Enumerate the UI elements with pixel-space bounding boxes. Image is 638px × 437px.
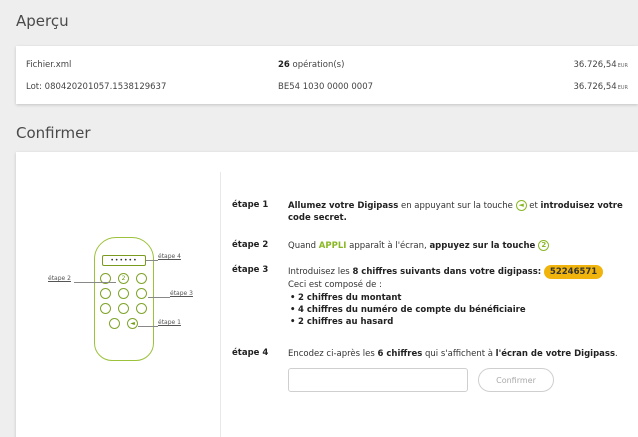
annotation-line (74, 282, 116, 283)
annotation-etape4: étape 4 (158, 253, 181, 260)
lot-id: Lot: 080420201057.1538129637 (26, 82, 167, 92)
digipass-response-input[interactable] (288, 368, 468, 392)
apercu-title: Aperçu (16, 12, 69, 30)
file-name: Fichier.xml (26, 60, 72, 70)
confirm-button[interactable]: Confirmer (478, 368, 554, 392)
step-1-text: Allumez votre Digipass en appuyant sur l… (288, 200, 628, 224)
digipass-device: •••••• 2 ◄ (94, 237, 154, 361)
step-4-part: Encodez ci-après les (288, 349, 378, 359)
step-2-label: étape 2 (232, 240, 269, 250)
lot-amount-currency: EUR (617, 85, 628, 91)
step-3-intro: Ceci est composé de : (288, 280, 382, 290)
digipass-key (136, 303, 147, 314)
annotation-line (148, 297, 170, 298)
step-1-part: en appuyant sur la touche (398, 201, 516, 211)
digipass-key (118, 303, 129, 314)
step-3-bullets: 2 chiffres du montant 4 chiffres du numé… (288, 292, 628, 328)
confirmer-title: Confirmer (16, 124, 91, 142)
account-number: BE54 1030 0000 0007 (278, 82, 374, 92)
digipass-key-2: 2 (118, 273, 129, 284)
lot-amount-value: 36.726,54 (573, 82, 617, 92)
summary-card: Fichier.xml 26 opération(s) 36.726,54EUR… (16, 46, 638, 104)
digipass-key (136, 273, 147, 284)
step-3-part: Introduisez les (288, 267, 353, 277)
arrow-key-icon: ◄ (515, 200, 527, 211)
annotation-etape1: étape 1 (158, 319, 181, 326)
step-4-text: Encodez ci-après les 6 chiffres qui s'af… (288, 348, 628, 360)
column-divider (220, 172, 221, 437)
bullet-item: 2 chiffres du montant (288, 292, 628, 304)
step-2-strong: appuyez sur la touche (429, 241, 539, 251)
digipass-screen: •••••• (102, 255, 146, 266)
confirm-card: •••••• 2 ◄ étape 4 étape 2 étape 3 étape… (16, 152, 638, 437)
digipass-key-arrow: ◄ (127, 318, 138, 329)
operations-number: 26 (278, 60, 290, 70)
summary-row-lot: Lot: 080420201057.1538129637 BE54 1030 0… (16, 78, 638, 98)
step-3-line: Introduisez les 8 chiffres suivants dans… (288, 265, 628, 279)
step-2-part: Quand (288, 241, 319, 251)
appli-keyword: APPLI (318, 241, 347, 251)
step-1-label: étape 1 (232, 200, 269, 210)
step-1-strong: Allumez votre Digipass (288, 201, 399, 211)
digipass-key (100, 303, 111, 314)
bullet-item: 2 chiffres au hasard (288, 316, 628, 328)
step-4-label: étape 4 (232, 348, 269, 358)
step-2-text: Quand APPLI apparaît à l'écran, appuyez … (288, 240, 628, 252)
digipass-key (100, 288, 111, 299)
digipass-key (136, 288, 147, 299)
step-2-part: apparaît à l'écran, (346, 241, 430, 251)
annotation-etape3: étape 3 (170, 290, 193, 297)
annotation-etape2: étape 2 (48, 275, 71, 282)
step-4-part: . (615, 349, 618, 359)
challenge-code-badge: 52246571 (543, 265, 604, 279)
bullet-item: 4 chiffres du numéro de compte du bénéfi… (288, 304, 628, 316)
lot-amount: 36.726,54EUR (573, 82, 628, 92)
step-4-strong: 6 chiffres (377, 349, 423, 359)
step-3-strong: 8 chiffres suivants dans votre digipass: (352, 267, 542, 277)
file-amount-value: 36.726,54 (573, 60, 617, 70)
step-4-part: qui s'affichent à (422, 349, 496, 359)
step-4-strong: l'écran de votre Digipass (495, 349, 616, 359)
operations-count: 26 opération(s) (278, 60, 344, 70)
step-3-label: étape 3 (232, 265, 269, 275)
digipass-key (109, 318, 120, 329)
step-1-part: et (526, 201, 541, 211)
summary-row-file: Fichier.xml 26 opération(s) 36.726,54EUR (16, 56, 638, 76)
key-2-icon: 2 (538, 240, 550, 251)
digipass-key (118, 288, 129, 299)
file-amount-currency: EUR (617, 63, 628, 69)
operations-text: opération(s) (289, 60, 345, 70)
step-3-text: Introduisez les 8 chiffres suivants dans… (288, 265, 628, 328)
digipass-illustration: •••••• 2 ◄ étape 4 étape 2 étape 3 étape… (36, 237, 216, 367)
annotation-line (138, 326, 158, 327)
annotation-line (146, 260, 158, 261)
file-amount: 36.726,54EUR (573, 60, 628, 70)
